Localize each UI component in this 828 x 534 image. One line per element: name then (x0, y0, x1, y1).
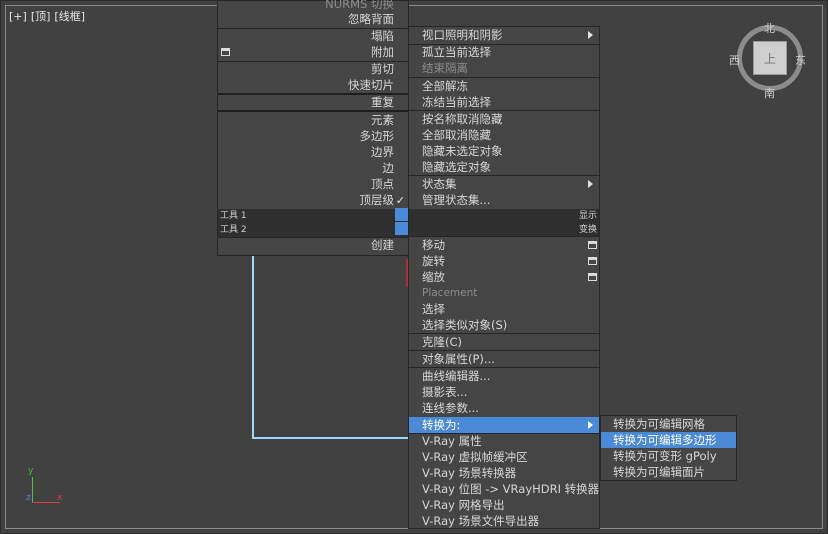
settings-box-icon[interactable] (588, 241, 597, 249)
viewport-shading-menu[interactable]: [线框] (54, 10, 85, 23)
menu-item-state-sets[interactable]: 状态集 (409, 176, 599, 192)
menu-item-attach-label: 附加 (371, 45, 394, 59)
menu-item-manage-state-sets[interactable]: 管理状态集... (409, 192, 599, 208)
menu-item-convert-to-label: 转换为: (422, 418, 461, 432)
menu-item-viewport-lighting[interactable]: 视口照明和阴影 (409, 27, 599, 43)
spline-left-edge (252, 256, 254, 439)
quad-menu-display: 视口照明和阴影 孤立当前选择 结束隔离 全部解冻 冻结当前选择 按名称取消隐藏 … (408, 26, 600, 237)
menu-item-top-level-label: 顶层级 (359, 193, 395, 207)
menu-item-cut[interactable]: 剪切 (218, 61, 408, 77)
menu-item-unfreeze-all[interactable]: 全部解冻 (409, 78, 599, 94)
settings-box-icon[interactable] (588, 257, 597, 265)
menu-item-convert-editable-mesh[interactable]: 转换为可编辑网格 (601, 416, 736, 432)
axis-x-label: x (57, 493, 63, 503)
quad-center-square-tl[interactable] (395, 208, 408, 221)
menu-item-clone[interactable]: 克隆(C) (409, 334, 599, 350)
viewcube[interactable]: 上 北 南 西 东 (729, 22, 806, 100)
axis-tripod-icon: y z x (26, 466, 67, 509)
submenu-arrow-icon (588, 31, 593, 39)
menu-item-element[interactable]: 元素 (218, 112, 408, 128)
menu-item-viewport-lighting-label: 视口照明和阴影 (422, 28, 503, 42)
menu-item-collapse[interactable]: 塌陷 (218, 28, 408, 44)
menu-item-object-properties[interactable]: 对象属性(P)... (409, 351, 599, 367)
quad-menu-transform: 移动 旋转 缩放 Placement 选择 选择类似对象(S) 克隆(C) 对象… (408, 236, 600, 529)
menu-item-ignore-backfacing[interactable]: 忽略背面 (218, 11, 408, 27)
menu-item-attach[interactable]: 附加 (218, 44, 408, 60)
quad-title-tool1-label: 工具 1 (220, 211, 247, 221)
quad-title-tool1: 工具 1 (218, 209, 408, 223)
menu-item-hide-unselected[interactable]: 隐藏未选定对象 (409, 143, 599, 159)
checkmark-icon: ✓ (395, 194, 405, 207)
axis-y-label: y (28, 466, 34, 476)
menu-item-move[interactable]: 移动 (409, 237, 599, 253)
menu-item-border[interactable]: 边界 (218, 144, 408, 160)
settings-box-icon[interactable] (221, 48, 230, 56)
menu-item-convert-editable-patch[interactable]: 转换为可编辑面片 (601, 464, 736, 480)
menu-item-unhide-all[interactable]: 全部取消隐藏 (409, 127, 599, 143)
menu-item-freeze-selection[interactable]: 冻结当前选择 (409, 94, 599, 110)
compass-west: 西 (729, 54, 740, 67)
menu-item-scale-label: 缩放 (422, 270, 445, 284)
menu-item-vray-mesh-export[interactable]: V-Ray 网格导出 (409, 497, 599, 513)
quad-menu-tools1: NURMS 切换 忽略背面 塌陷 附加 剪切 快速切片 重复 元素 多边形 边界… (217, 0, 409, 256)
quad-center-square-bl[interactable] (395, 222, 408, 235)
menu-item-scale[interactable]: 缩放 (409, 269, 599, 285)
menu-item-edge[interactable]: 边 (218, 160, 408, 176)
menu-item-select[interactable]: 选择 (409, 301, 599, 317)
menu-item-create[interactable]: 创建 (218, 237, 408, 253)
submenu-arrow-icon (588, 180, 593, 188)
spline-bottom-edge (252, 437, 412, 439)
menu-item-vray-properties[interactable]: V-Ray 属性 (409, 433, 599, 449)
axis-z-label: z (26, 493, 31, 503)
menu-item-rotate-label: 旋转 (422, 254, 445, 268)
compass-north: 北 (764, 22, 775, 35)
settings-box-icon[interactable] (588, 273, 597, 281)
compass-south: 南 (764, 87, 775, 100)
menu-item-state-sets-label: 状态集 (422, 177, 457, 191)
menu-item-placement[interactable]: Placement (409, 285, 599, 301)
menu-item-end-isolate[interactable]: 结束隔离 (409, 60, 599, 76)
menu-item-isolate-selection[interactable]: 孤立当前选择 (409, 44, 599, 60)
menu-item-vray-frame-buffer[interactable]: V-Ray 虚拟帧缓冲区 (409, 449, 599, 465)
menu-item-hide-selection[interactable]: 隐藏选定对象 (409, 159, 599, 175)
compass-east: 东 (795, 54, 806, 67)
quad-title-tool2: 工具 2 (218, 223, 408, 237)
menu-item-wire-parameters[interactable]: 连线参数... (409, 400, 599, 416)
quad-title-tool2-label: 工具 2 (220, 225, 247, 235)
menu-item-vertex[interactable]: 顶点 (218, 176, 408, 192)
quad-title-transform-label: 变换 (578, 225, 597, 235)
viewcube-top-face[interactable]: 上 (753, 41, 787, 75)
menu-item-quickslice[interactable]: 快速切片 (218, 77, 408, 93)
menu-item-polygon[interactable]: 多边形 (218, 128, 408, 144)
menu-item-rotate[interactable]: 旋转 (409, 253, 599, 269)
menu-item-repeat[interactable]: 重复 (218, 94, 408, 110)
menu-item-unhide-by-name[interactable]: 按名称取消隐藏 (409, 111, 599, 127)
menu-item-curve-editor[interactable]: 曲线编辑器... (409, 368, 599, 384)
viewport-label[interactable]: [+] [顶] [线框] (9, 8, 89, 24)
menu-item-vray-scene-exporter[interactable]: V-Ray 场景文件导出器 (409, 513, 599, 529)
menu-item-top-level[interactable]: 顶层级 ✓ (218, 192, 408, 208)
menu-item-convert-to[interactable]: 转换为: (409, 417, 599, 433)
quad-title-transform: 变换 (409, 223, 599, 237)
menu-item-dope-sheet[interactable]: 摄影表... (409, 384, 599, 400)
menu-item-vray-bitmap-converter[interactable]: V-Ray 位图 -> VRayHDRI 转换器 (409, 481, 599, 497)
menu-item-move-label: 移动 (422, 238, 445, 252)
submenu-arrow-icon (588, 421, 593, 429)
menu-item-select-similar[interactable]: 选择类似对象(S) (409, 317, 599, 333)
viewport-plus-menu[interactable]: [+] (9, 10, 27, 23)
viewport-view-menu[interactable]: [顶] (31, 10, 51, 23)
menu-item-vray-scene-converter[interactable]: V-Ray 场景转换器 (409, 465, 599, 481)
menu-item-convert-editable-poly[interactable]: 转换为可编辑多边形 (601, 432, 736, 448)
menu-item-convert-deformable-gpoly[interactable]: 转换为可变形 gPoly (601, 448, 736, 464)
quad-title-display-label: 显示 (578, 211, 597, 221)
quad-title-display: 显示 (409, 209, 599, 223)
submenu-convert-to: 转换为可编辑网格 转换为可编辑多边形 转换为可变形 gPoly 转换为可编辑面片 (600, 415, 737, 481)
